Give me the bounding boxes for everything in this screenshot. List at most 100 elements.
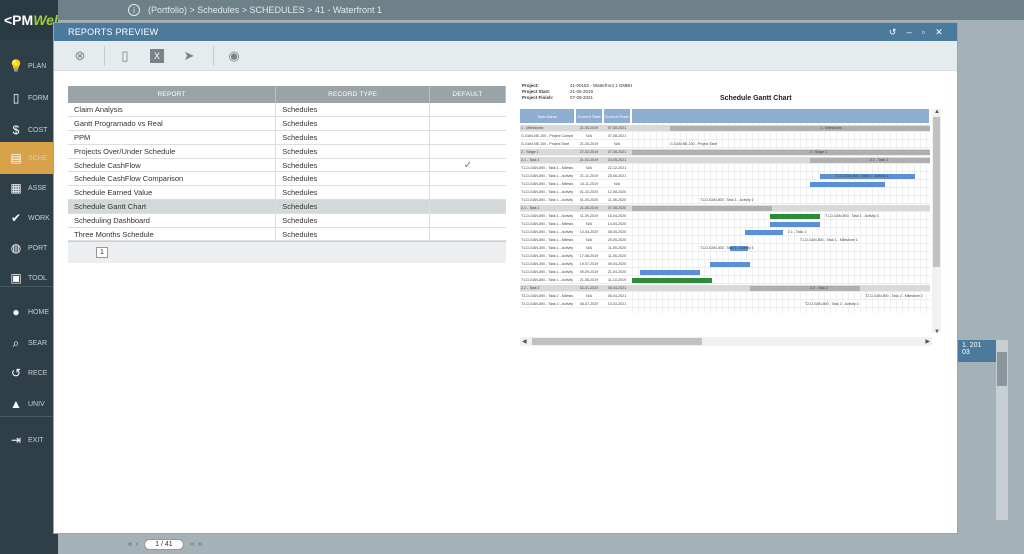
gantt-cell-name: T1-D-GAN-800 - Task 1 - Milestone 2 bbox=[521, 182, 573, 186]
gantt-cell-start: 21-02-2019 bbox=[579, 158, 599, 162]
table-row[interactable]: Scheduling Dashboard Schedules bbox=[68, 213, 506, 228]
scroll-left-icon[interactable]: ◀ bbox=[522, 338, 527, 345]
maximize-icon[interactable]: ▫ bbox=[922, 27, 925, 38]
nav-item-home[interactable]: ● HOME bbox=[0, 296, 58, 328]
nav-item-sear[interactable]: ⌕ SEAR bbox=[0, 327, 58, 359]
gantt-cell-start: N/A bbox=[586, 294, 592, 298]
page-input[interactable]: 1 / 41 bbox=[144, 539, 184, 550]
record-type-cell: Schedules bbox=[275, 144, 431, 159]
scroll-up-icon[interactable]: ▲ bbox=[934, 109, 940, 115]
close-icon[interactable]: ✕ bbox=[935, 27, 943, 38]
gantt-row: T1-D-GAN-800 - Task 1 - Activity 2 01-10-… bbox=[520, 189, 930, 197]
gantt-cell-finish: 06-04-2021 bbox=[607, 286, 627, 290]
nav-item-rece[interactable]: ↺ RECE bbox=[0, 357, 58, 389]
column-header-default[interactable]: DEFAULT bbox=[429, 86, 506, 103]
record-type-cell: Schedules bbox=[275, 199, 431, 214]
scroll-right-icon[interactable]: ▶ bbox=[925, 338, 930, 345]
nav-item-plan[interactable]: 💡 PLAN bbox=[0, 50, 58, 82]
scrollbar-thumb[interactable] bbox=[933, 117, 940, 267]
table-row[interactable]: Schedule CashFlow Schedules ✓ bbox=[68, 158, 506, 173]
nav-item-label: COST bbox=[28, 126, 48, 134]
background-grid-cell-top: 1. 201 bbox=[962, 342, 982, 349]
table-row[interactable]: Claim Analysis Schedules bbox=[68, 103, 506, 118]
gantt-row: G-GAN-NE-100 - Project Completion N/A 07-0… bbox=[520, 133, 930, 141]
table-row[interactable]: Projects Over/Under Schedule Schedules bbox=[68, 144, 506, 159]
gantt-cell-start: 01-05-2020 bbox=[579, 198, 599, 202]
nav-item-label: EXIT bbox=[28, 436, 44, 444]
prev-page-icon[interactable]: ‹ bbox=[136, 541, 138, 548]
reports-table: REPORT RECORD TYPE DEFAULT Claim Analysi… bbox=[68, 86, 506, 264]
gantt-row: T1-D-GAN-800 - Task 1 - Activity 2 10-04-… bbox=[520, 229, 930, 237]
column-header-report[interactable]: REPORT bbox=[68, 86, 277, 103]
report-name-cell: Schedule Earned Value bbox=[68, 185, 277, 201]
nav-item-form[interactable]: ▯ FORM bbox=[0, 82, 58, 114]
preview-horizontal-scrollbar[interactable]: ◀ ▶ bbox=[520, 337, 932, 346]
gantt-row: G-GAN-NE-100 - Project Start 21-05-2019 N/… bbox=[520, 141, 930, 149]
gantt-cell-finish: 07-08-2021 bbox=[607, 150, 627, 154]
gantt-bar-label: 2 - Stage 1 bbox=[810, 150, 828, 154]
minimize-icon[interactable]: – bbox=[907, 27, 912, 38]
gantt-bar bbox=[670, 126, 930, 131]
gantt-cell-start: N/A bbox=[586, 238, 592, 242]
nav-item-sche[interactable]: ▤ SCHE bbox=[0, 142, 58, 174]
first-page-icon[interactable]: « bbox=[128, 541, 132, 548]
nav-item-work[interactable]: ✔ WORK bbox=[0, 202, 58, 234]
gantt-cell-name: T2-D-GAN-800 - Task 2 - Activity 4 bbox=[521, 302, 573, 306]
preview-vertical-scrollbar[interactable]: ▲ ▼ bbox=[932, 109, 941, 335]
excel-icon[interactable]: X bbox=[150, 48, 164, 63]
gantt-cell-finish: 06-04-2021 bbox=[607, 294, 627, 298]
info-icon[interactable]: i bbox=[128, 4, 140, 16]
globe-icon: ◍ bbox=[10, 241, 22, 255]
table-row[interactable]: Gantt Programado vs Real Schedules bbox=[68, 116, 506, 132]
gantt-cell-start: 21-08-2019 bbox=[579, 278, 599, 282]
nav-item-label: RECE bbox=[28, 369, 48, 377]
gantt-cell-name: T1-D-GAN-300 - Task 1 - Activity 5 bbox=[521, 254, 573, 258]
gantt-bar-label: T1-D-GAN-800 - Task 1 - Activity 3 bbox=[825, 214, 879, 218]
report-name-cell: Gantt Programado vs Real bbox=[68, 116, 277, 132]
record-type-cell: Schedules bbox=[275, 185, 431, 201]
table-pager: 1 bbox=[68, 241, 506, 264]
table-row[interactable]: Three Months Schedule Schedules bbox=[68, 227, 506, 242]
preview-eye-icon[interactable]: ◉ bbox=[222, 44, 246, 68]
schedule-icon: ▤ bbox=[10, 151, 22, 165]
refresh-icon[interactable]: ↺ bbox=[889, 27, 897, 38]
asset-icon: ▦ bbox=[10, 181, 22, 195]
gantt-cell-finish: 10-03-2021 bbox=[607, 302, 627, 306]
table-row[interactable]: Schedule Earned Value Schedules bbox=[68, 185, 506, 201]
nav-item-asse[interactable]: ▦ ASSE bbox=[0, 172, 58, 204]
cancel-icon[interactable]: ⊗ bbox=[68, 44, 92, 68]
gantt-bar bbox=[640, 270, 700, 275]
gantt-cell-name: T1-D-GAN-800 - Task 1 - Activity 2 bbox=[521, 230, 573, 234]
record-type-cell: Schedules bbox=[275, 213, 431, 228]
gantt-cell-finish: 09-04-2020 bbox=[607, 262, 627, 266]
dialog-title: REPORTS PREVIEW bbox=[68, 27, 159, 37]
gantt-bar bbox=[750, 286, 860, 291]
scroll-down-icon[interactable]: ▼ bbox=[934, 329, 940, 335]
preview-report-title: Schedule Gantt Chart bbox=[720, 95, 792, 102]
gantt-cell-name: T1-D-GAN-800 - Task 1 - Activity 3 bbox=[521, 198, 573, 202]
dollar-icon: $ bbox=[12, 123, 20, 137]
table-row[interactable]: PPM Schedules bbox=[68, 130, 506, 145]
gantt-column-header: Current Start bbox=[576, 109, 603, 123]
exit-icon: ⇥ bbox=[10, 433, 22, 447]
nav-item-port[interactable]: ◍ PORT bbox=[0, 232, 58, 264]
pmweb-logo[interactable]: <PM Web bbox=[0, 0, 63, 40]
table-row[interactable]: Schedule Gantt Chart Schedules bbox=[68, 199, 506, 214]
gantt-column-header: Current Finish bbox=[604, 109, 631, 123]
column-header-record-type[interactable]: RECORD TYPE bbox=[275, 86, 431, 103]
nav-item-tool[interactable]: ▣ TOOL bbox=[0, 262, 58, 294]
send-icon[interactable]: ➤ bbox=[177, 44, 201, 68]
pdf-icon[interactable]: ▯ bbox=[113, 44, 137, 68]
background-scrollbar[interactable] bbox=[996, 340, 1008, 520]
scrollbar-thumb[interactable] bbox=[532, 338, 702, 345]
gantt-bar bbox=[632, 150, 930, 155]
next-page-icon[interactable]: ›› bbox=[190, 541, 195, 548]
last-page-icon[interactable]: » bbox=[198, 541, 202, 548]
scrollbar-thumb[interactable] bbox=[997, 352, 1007, 386]
avatar-icon: ● bbox=[12, 305, 20, 319]
breadcrumb[interactable]: (Portfolio) > Schedules > SCHEDULES > 41… bbox=[148, 5, 382, 15]
table-row[interactable]: Schedule CashFlow Comparison Schedules bbox=[68, 171, 506, 187]
gantt-row: T1-D-GAN-800 - Task 1 - Activity 1 21-08-… bbox=[520, 277, 930, 285]
page-number-button[interactable]: 1 bbox=[96, 247, 108, 259]
nav-item-exit[interactable]: ⇥ EXIT bbox=[0, 424, 58, 456]
